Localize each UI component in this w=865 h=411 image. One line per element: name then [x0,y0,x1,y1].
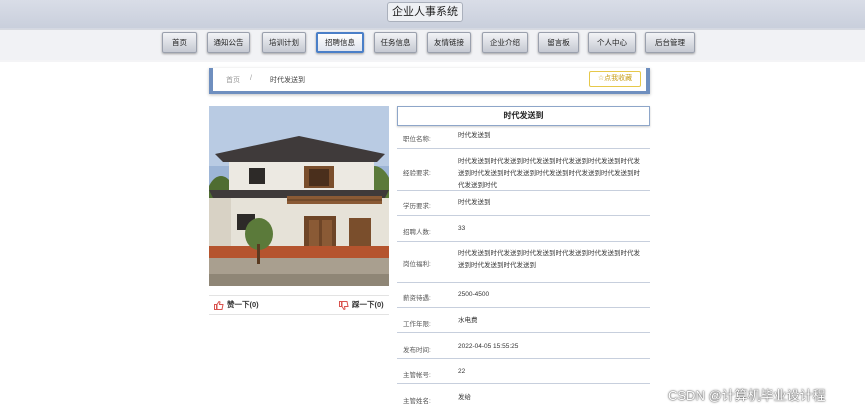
row-divider [397,241,650,242]
job-image [209,106,389,286]
nav-tasks[interactable]: 任务信息 [374,32,417,53]
dislike-button[interactable]: 踩一下(0) [339,298,384,312]
thumbs-down-icon [339,300,349,310]
field-label-headcount: 招聘人数: [403,229,431,236]
breadcrumb-home-link[interactable]: 首页 [226,75,240,85]
row-divider [397,383,650,384]
row-divider [397,148,650,149]
field-label-manager-account: 主管帐号: [403,372,431,379]
breadcrumb-separator: / [250,75,252,82]
nav-message-board[interactable]: 留言板 [538,32,579,53]
nav-admin[interactable]: 后台管理 [645,32,695,53]
field-value-experience: 时代发送到时代发送到时代发送到时代发送到时代发送到时代发送到时代发送到时代发送到… [458,158,640,189]
breadcrumb-current: 时代发送到 [270,77,305,84]
field-label-benefits: 岗位福利: [403,261,431,268]
field-value-manager-account: 22 [458,368,466,375]
row-divider [397,358,650,359]
like-label: 赞一下(0) [227,300,259,309]
field-label-experience: 经验要求: [403,170,431,177]
watermark: CSDN @计算机毕业设计程 [668,388,826,403]
field-value-education: 时代发送到 [458,199,491,206]
field-value-position: 时代发送到 [458,132,491,139]
row-divider [397,332,650,333]
nav-company-intro[interactable]: 企业介绍 [482,32,528,53]
nav-personal-center[interactable]: 个人中心 [588,32,636,53]
field-label-education: 学历要求: [403,203,431,210]
field-label-years: 工作年限: [403,321,431,328]
dislike-label: 踩一下(0) [352,300,384,309]
field-label-publish-time: 发布时间: [403,347,431,354]
field-value-years: 水电费 [458,317,478,324]
field-value-salary: 2500-4500 [458,291,490,298]
row-divider [397,307,650,308]
nav-notices[interactable]: 通知公告 [207,32,250,53]
row-divider [397,282,650,283]
field-label-salary: 薪资待遇: [403,295,431,302]
nav-friend-links[interactable]: 友情链接 [427,32,471,53]
nav-training-plan[interactable]: 培训计划 [262,32,306,53]
field-label-manager-name: 主管姓名: [403,398,431,405]
nav-recruitment[interactable]: 招聘信息 [316,32,364,53]
favorite-button[interactable]: ☆点我收藏 [589,71,641,87]
row-divider [397,215,650,216]
thumbs-up-icon [214,300,224,310]
field-value-headcount: 33 [458,225,466,232]
field-value-benefits: 时代发送到时代发送到时代发送到时代发送到时代发送到时代发送到时代发送到时代发送到 [458,250,640,269]
field-value-publish-time: 2022-04-05 15:55:25 [458,343,519,350]
field-label-position: 职位名称: [403,136,431,143]
site-title: 企业人事系统 [387,2,463,22]
like-button[interactable]: 赞一下(0) [214,298,259,312]
detail-title: 时代发送到 [397,106,650,126]
nav-home[interactable]: 首页 [162,32,197,53]
field-value-manager-name: 发给 [458,394,471,401]
